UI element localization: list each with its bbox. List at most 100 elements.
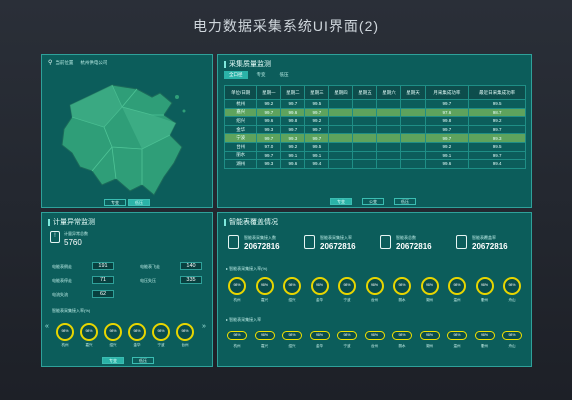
table-cell: 99.3 xyxy=(256,159,282,169)
table-cell: 99.3 xyxy=(280,133,306,143)
table-header: 星期一 xyxy=(256,85,282,100)
rate-ring: 98% xyxy=(80,323,98,341)
stat-label: 智能表总数 xyxy=(396,235,416,240)
table-cell xyxy=(352,99,378,109)
table-cell: 99.1 xyxy=(280,150,306,161)
table-row[interactable]: 丽水 99.7 99.1 99.1 99.1 99.7 xyxy=(223,150,526,161)
table-cell xyxy=(352,107,378,118)
table-cell: 99.3 xyxy=(468,133,526,143)
table-cell: 99.7 xyxy=(256,150,282,161)
table-cell: 99.5 xyxy=(468,99,526,109)
table-row[interactable]: 台州 97.0 99.2 99.5 99.2 99.5 xyxy=(223,141,526,152)
meter-icon xyxy=(380,235,391,249)
table-cell: 98.7 xyxy=(468,107,526,118)
section-bar xyxy=(48,218,50,226)
table-cell: 99.7 xyxy=(424,124,470,135)
table-row[interactable]: 绍兴 99.6 99.8 99.2 99.8 99.2 xyxy=(223,116,526,126)
table-cell: 99.2 xyxy=(256,99,282,109)
table-header: 星期六 xyxy=(376,85,402,100)
table-cell: 99.8 xyxy=(280,116,306,126)
rate-pill: 98% xyxy=(337,331,357,340)
table-cell: 宁波 xyxy=(223,133,258,143)
city-label: 嘉兴 xyxy=(261,344,268,348)
quality-tab-bottom-diya[interactable]: 低压 xyxy=(394,198,416,205)
table-cell xyxy=(376,99,402,109)
abnormal-tab-zhuanbian[interactable]: 专变 xyxy=(102,357,124,364)
table-cell: 99.7 xyxy=(256,107,282,118)
map-tab-zhuanbian[interactable]: 专变 xyxy=(104,199,126,206)
quality-panel: 采集质量监测 全口径 专变 低压 单位/日期 星期一 星期二 星期三 星期四 星期五 星期六… xyxy=(217,54,532,208)
city-label: 台州 xyxy=(371,344,378,348)
metric-label: 电流失流 xyxy=(52,292,68,297)
city-label: 嘉兴 xyxy=(85,343,93,347)
rate-pill: 98% xyxy=(419,331,440,340)
rate-title: 智能表采集接入率(%) xyxy=(52,308,91,313)
table-cell xyxy=(352,116,378,126)
city-label: 舟山 xyxy=(508,344,516,348)
rate-ring: 98% xyxy=(128,323,146,341)
stat-value: 20672816 xyxy=(396,242,432,251)
table-cell: 嘉兴 xyxy=(223,107,258,118)
table-cell: 99.2 xyxy=(424,141,470,152)
rate-pill: 98% xyxy=(227,331,247,340)
table-cell xyxy=(376,124,402,135)
rate1-title: ▸ 智能表采集接入率(%) xyxy=(226,266,268,271)
table-cell: 丽水 xyxy=(223,150,258,161)
rate-ring: 98% xyxy=(393,277,411,295)
table-row[interactable]: 杭州 99.2 99.7 99.5 99.7 99.5 xyxy=(223,99,526,109)
table-row[interactable]: 湖州 99.3 99.6 99.4 99.6 99.4 xyxy=(223,159,526,169)
rate-ring: 98% xyxy=(420,277,439,295)
city-label: 宁波 xyxy=(343,298,351,302)
table-cell xyxy=(352,141,378,152)
table-cell: 99.6 xyxy=(424,159,470,169)
table-cell xyxy=(376,133,402,143)
table-cell: 99.1 xyxy=(424,150,470,161)
table-header: 最近日采集成功率 xyxy=(468,85,526,100)
rate-ring: 98% xyxy=(283,277,301,295)
abnormal-tab-diya[interactable]: 低压 xyxy=(132,357,154,364)
quality-tab-zhuanbian[interactable]: 专变 xyxy=(252,71,271,79)
zhejiang-map[interactable] xyxy=(42,67,214,197)
map-tab-diya[interactable]: 低压 xyxy=(128,199,150,206)
rate-ring: 98% xyxy=(152,323,170,341)
table-cell: 金华 xyxy=(223,124,258,135)
rate-pill: 98% xyxy=(474,331,495,340)
rate-ring: 98% xyxy=(176,323,194,341)
rate-pill: 98% xyxy=(254,331,275,340)
scroll-right-icon[interactable]: » xyxy=(202,323,206,330)
quality-tab-diya[interactable]: 低压 xyxy=(275,71,294,79)
table-row[interactable]: 金华 99.3 99.7 99.7 99.7 99.7 xyxy=(223,124,526,135)
table-cell: 99.8 xyxy=(424,116,470,126)
table-cell: 99.7 xyxy=(280,99,306,109)
table-cell: 99.6 xyxy=(280,107,306,118)
smart-title: 智能表覆盖情况 xyxy=(229,219,278,226)
metric-value: 62 xyxy=(92,290,114,298)
table-cell: 99.7 xyxy=(304,124,330,135)
scroll-left-icon[interactable]: « xyxy=(45,323,49,330)
quality-tab-bottom-zhuanbian[interactable]: 专变 xyxy=(330,198,352,205)
table-cell: 99.6 xyxy=(280,159,306,169)
city-label: 湖州 xyxy=(426,344,433,348)
quality-tab-all[interactable]: 全口径 xyxy=(224,71,248,79)
location-pin-icon: ⚲ xyxy=(48,60,53,66)
table-cell xyxy=(328,99,354,109)
table-row[interactable]: 嘉兴 99.7 99.6 99.7 97.6 98.7 xyxy=(223,107,526,118)
table-cell xyxy=(376,141,402,152)
rate-ring: 98% xyxy=(310,277,329,295)
table-header: 星期三 xyxy=(304,85,330,100)
quality-tab-bottom-gongbian[interactable]: 公变 xyxy=(362,198,384,205)
table-header: 星期四 xyxy=(328,85,354,100)
table-row[interactable]: 宁波 99.7 99.3 99.7 99.7 99.3 xyxy=(223,133,526,143)
stat-value: 20672816 xyxy=(320,242,356,251)
table-cell xyxy=(400,116,426,126)
stat-label: 智能表覆盖率 xyxy=(472,235,496,240)
table-cell xyxy=(328,159,354,169)
rate-ring: 98% xyxy=(255,277,274,295)
city-label: 台州 xyxy=(181,343,189,347)
stat-label: 智能表采集接入数 xyxy=(244,235,276,240)
table-cell xyxy=(328,107,354,118)
city-label: 台州 xyxy=(371,298,378,302)
table-cell: 99.5 xyxy=(468,141,526,152)
city-label: 嘉兴 xyxy=(261,298,268,302)
stat-label: 智能表采集接入率 xyxy=(320,235,352,240)
